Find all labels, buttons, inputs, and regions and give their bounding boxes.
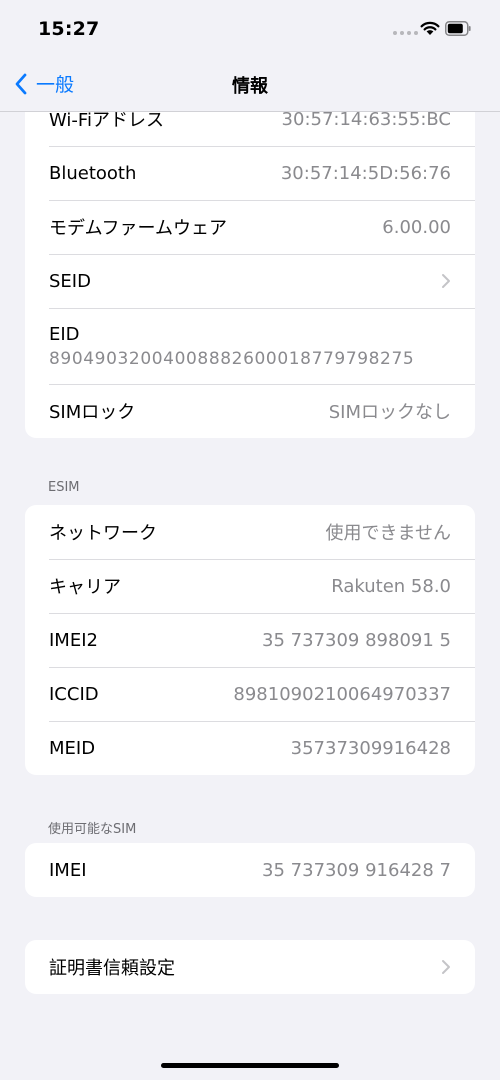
sim-lock-label: SIMロック xyxy=(49,402,136,423)
chevron-right-icon xyxy=(442,274,450,288)
cert-trust-label: 証明書信頼設定 xyxy=(49,958,175,979)
meid-value: 35737309916428 xyxy=(290,737,451,759)
seid-label: SEID xyxy=(49,270,91,292)
cert-trust-card: 証明書信頼設定 xyxy=(25,940,475,994)
seid-row[interactable]: SEID xyxy=(25,254,475,308)
bluetooth-value: 30:57:14:5D:56:76 xyxy=(280,162,451,184)
carrier-value: Rakuten 58.0 xyxy=(331,575,451,597)
status-bar: 15:27 xyxy=(0,0,500,56)
eid-label: EID xyxy=(49,323,80,345)
sim-lock-value: SIMロックなし xyxy=(328,402,451,423)
cert-trust-row[interactable]: 証明書信頼設定 xyxy=(25,940,475,994)
esim-section-header: ESIM xyxy=(48,480,80,495)
signal-dots-icon xyxy=(393,31,418,35)
modem-firmware-label: モデムファームウェア xyxy=(49,218,228,239)
imei2-label: IMEI2 xyxy=(49,629,98,651)
home-indicator[interactable] xyxy=(161,1063,339,1068)
network-value: 使用できません xyxy=(325,523,451,544)
bluetooth-row[interactable]: Bluetooth 30:57:14:5D:56:76 xyxy=(25,146,475,200)
wifi-icon xyxy=(420,21,440,35)
iccid-row[interactable]: ICCID 8981090210064970337 xyxy=(25,667,475,721)
imei-value: 35 737309 916428 7 xyxy=(262,859,451,881)
settings-scroll-content[interactable]: Wi-Fiアドレス 30:57:14:63:55:BC Bluetooth 30… xyxy=(0,0,500,1080)
eid-row[interactable]: EID 89049032004008882600018779798275 xyxy=(25,308,475,384)
imei2-value: 35 737309 898091 5 xyxy=(262,629,451,651)
meid-row[interactable]: MEID 35737309916428 xyxy=(25,721,475,775)
status-time: 15:27 xyxy=(38,18,100,40)
available-sim-section-header: 使用可能なSIM xyxy=(48,822,137,837)
sim-lock-row[interactable]: SIMロック SIMロックなし xyxy=(25,384,475,438)
network-row[interactable]: ネットワーク 使用できません xyxy=(25,505,475,559)
available-sim-card: IMEI 35 737309 916428 7 xyxy=(25,843,475,897)
page-title: 情報 xyxy=(232,76,268,97)
bluetooth-label: Bluetooth xyxy=(49,162,137,184)
device-info-card: Wi-Fiアドレス 30:57:14:63:55:BC Bluetooth 30… xyxy=(25,92,475,438)
carrier-row[interactable]: キャリア Rakuten 58.0 xyxy=(25,559,475,613)
iccid-label: ICCID xyxy=(49,683,99,705)
modem-firmware-value: 6.00.00 xyxy=(382,216,451,238)
modem-firmware-row[interactable]: モデムファームウェア 6.00.00 xyxy=(25,200,475,254)
carrier-label: キャリア xyxy=(49,577,121,598)
navigation-bar: 一般 情報 xyxy=(0,56,500,112)
chevron-right-icon xyxy=(442,960,450,974)
imei-label: IMEI xyxy=(49,859,87,881)
meid-label: MEID xyxy=(49,737,96,759)
eid-value: 89049032004008882600018779798275 xyxy=(49,348,415,369)
battery-icon xyxy=(445,21,471,36)
imei-row[interactable]: IMEI 35 737309 916428 7 xyxy=(25,843,475,897)
imei2-row[interactable]: IMEI2 35 737309 898091 5 xyxy=(25,613,475,667)
esim-card: ネットワーク 使用できません キャリア Rakuten 58.0 IMEI2 3… xyxy=(25,505,475,775)
network-label: ネットワーク xyxy=(49,523,157,544)
iccid-value: 8981090210064970337 xyxy=(233,683,451,705)
